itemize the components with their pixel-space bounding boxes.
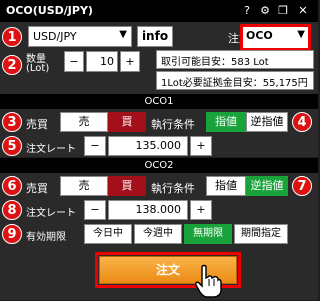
oco2-rate-minus-button[interactable]: − — [84, 200, 106, 220]
oco1-rate-minus-button[interactable]: − — [84, 136, 106, 156]
oco1-stop-button[interactable]: 逆指値 — [246, 112, 288, 132]
oco2-header: OCO2 — [0, 158, 318, 173]
expiry-today-button[interactable]: 今日中 — [84, 224, 132, 244]
oco2-rate-label: 注文レート — [26, 208, 76, 219]
oco1-limit-button[interactable]: 指値 — [206, 112, 246, 132]
oco2-rate-plus-button[interactable]: + — [190, 200, 212, 220]
quantity-minus-button[interactable]: − — [64, 51, 84, 72]
oco2-sell-button[interactable]: 売 — [60, 176, 108, 196]
quantity-input[interactable]: 10 — [86, 51, 118, 72]
margin-info: 1Lot必要証拠金目安：55,175円 — [156, 71, 314, 90]
chevron-down-icon: ▼ — [297, 29, 305, 40]
marker-6: 6 — [2, 176, 22, 196]
oco1-side-label: 売買 — [26, 118, 48, 131]
close-icon[interactable]: ✕ — [296, 4, 310, 18]
oco1-rate-label: 注文レート — [26, 144, 76, 155]
pointer-hand-icon — [193, 264, 223, 298]
expiry-week-button[interactable]: 今週中 — [134, 224, 182, 244]
marker-1: 1 — [2, 27, 22, 47]
marker-4: 4 — [292, 112, 312, 132]
expiry-label: 有効期限 — [26, 232, 66, 243]
marker-9: 9 — [2, 224, 22, 244]
symbol-value: USD/JPY — [33, 30, 77, 43]
oco2-exec-label: 執行条件 — [151, 182, 195, 195]
quantity-plus-button[interactable]: + — [120, 51, 140, 72]
marker-3: 3 — [2, 112, 22, 132]
oco1-rate-input[interactable]: 135.000 — [108, 136, 188, 156]
order-type-select[interactable]: OCO ▼ — [246, 29, 306, 46]
info-button[interactable]: info — [137, 26, 173, 47]
restore-icon[interactable]: ❐ — [276, 4, 290, 18]
gear-icon[interactable]: ⚙ — [258, 4, 272, 18]
window-title: OCO(USD/JPY) — [6, 4, 93, 17]
chevron-down-icon: ▼ — [119, 29, 127, 40]
oco2-stop-button[interactable]: 逆指値 — [246, 176, 288, 196]
oco1-buy-button[interactable]: 買 — [108, 112, 146, 132]
oco2-side-label: 売買 — [26, 182, 48, 195]
oco1-rate-plus-button[interactable]: + — [190, 136, 212, 156]
expiry-custom-button[interactable]: 期間指定 — [234, 224, 288, 244]
marker-5: 5 — [2, 136, 22, 156]
oco1-header: OCO1 — [0, 94, 318, 109]
order-type-value: OCO — [246, 29, 273, 42]
marker-8: 8 — [2, 200, 22, 220]
expiry-unlimited-button[interactable]: 無期限 — [184, 224, 232, 244]
oco1-exec-label: 執行条件 — [151, 118, 195, 131]
oco2-buy-button[interactable]: 買 — [108, 176, 146, 196]
marker-7: 7 — [292, 176, 312, 196]
oco2-rate-input[interactable]: 138.000 — [108, 200, 188, 220]
quantity-unit-label: (Lot) — [26, 63, 50, 74]
marker-2: 2 — [2, 55, 22, 75]
help-icon[interactable]: ? — [240, 4, 254, 18]
oco1-sell-button[interactable]: 売 — [60, 112, 108, 132]
max-order-info: 取引可能目安：583 Lot — [156, 50, 314, 69]
symbol-select[interactable]: USD/JPY ▼ — [28, 26, 132, 47]
oco2-limit-button[interactable]: 指値 — [206, 176, 246, 196]
